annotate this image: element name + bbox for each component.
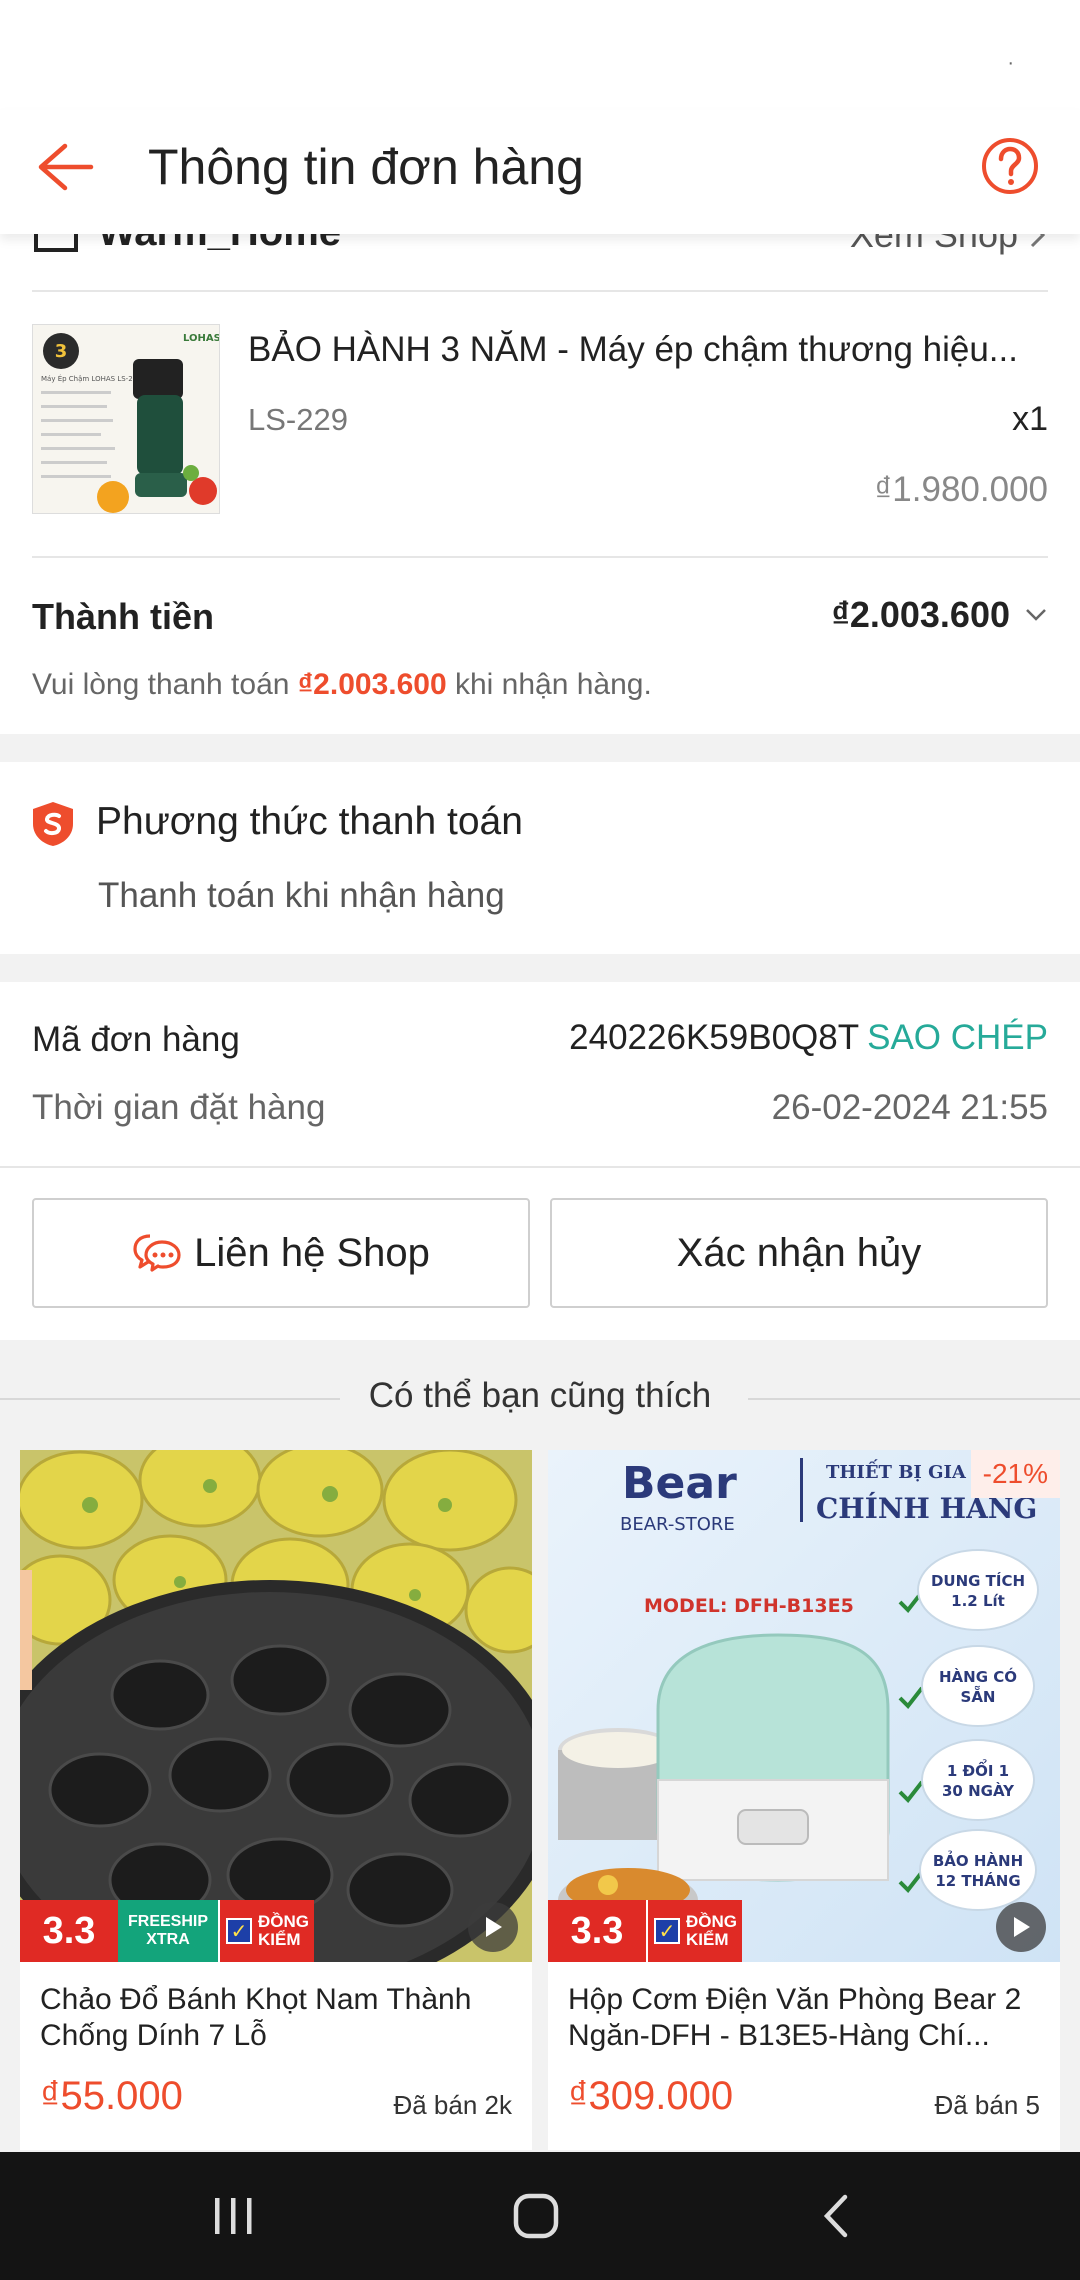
checked-badge: ✓ ĐỒNG KIỂM <box>218 1900 314 1962</box>
product-image-brand: LOHAS <box>183 333 220 344</box>
freeship-badge-line1: FREESHIP <box>127 1913 208 1930</box>
bear-brand-text: Bear <box>622 1458 737 1509</box>
payment-note-amount: ₫2.003.600 <box>297 668 447 701</box>
recent-apps-button[interactable] <box>184 2176 284 2256</box>
payment-method-value: Thanh toán khi nhận hàng <box>98 876 505 915</box>
payment-note: Vui lòng thanh toán ₫2.003.600 khi nhận … <box>32 668 652 702</box>
question-circle-icon <box>982 138 1038 194</box>
recent-apps-icon <box>215 2198 252 2234</box>
checked-badge-label: ĐỒNG KIỂM <box>258 1912 309 1949</box>
confirm-cancel-label: Xác nhận hủy <box>676 1230 922 1275</box>
status-indicator-icon: · <box>1007 52 1014 74</box>
payment-note-suffix: khi nhận hàng. <box>446 668 652 701</box>
home-button[interactable] <box>486 2176 586 2256</box>
check-icon: ✓ <box>226 1918 252 1944</box>
app-header: Thông tin đơn hàng <box>0 110 1080 234</box>
bear-model-text: MODEL: DFH-B13E5 <box>644 1595 854 1617</box>
bear-tag1-text: THIẾT BỊ GIA <box>826 1458 967 1483</box>
product-variant: LS-229 <box>248 402 348 437</box>
copy-order-code-button[interactable]: SAO CHÉP <box>867 1018 1048 1057</box>
total-value-toggle[interactable]: ₫2.003.600 <box>831 594 1048 636</box>
svg-text:BẢO HÀNH: BẢO HÀNH <box>933 1849 1023 1870</box>
order-time-label: Thời gian đặt hàng <box>32 1088 326 1127</box>
promo-badges: 3.3 ✓ ĐỒNG KIỂM <box>548 1900 742 1962</box>
order-code-value: 240226K59B0Q8T <box>569 1018 860 1057</box>
divider <box>32 290 1048 292</box>
play-video-button[interactable] <box>996 1902 1046 1952</box>
sale-badge: 3.3 <box>20 1900 118 1962</box>
nav-back-icon <box>823 2194 848 2238</box>
svg-text:12 THÁNG: 12 THÁNG <box>935 1871 1020 1890</box>
check-icon: ✓ <box>654 1918 680 1944</box>
total-label: Thành tiền <box>32 596 214 637</box>
back-button[interactable] <box>30 132 100 202</box>
system-nav-bar <box>0 2152 1080 2280</box>
svg-text:3: 3 <box>55 341 68 362</box>
svg-text:DUNG TÍCH: DUNG TÍCH <box>931 1571 1025 1590</box>
recommended-product-name: Chảo Đổ Bánh Khọt Nam Thành Chống Dính 7… <box>40 1983 472 2052</box>
home-icon <box>513 2193 559 2239</box>
recommendations-header: Có thể bạn cũng thích <box>0 1368 1080 1428</box>
discount-badge: -21% <box>970 1450 1060 1498</box>
order-detail-screen: · Thông tin đơn hàng Warm_Home Xem Shop <box>0 0 1080 2280</box>
play-video-button[interactable] <box>468 1902 518 1952</box>
order-time-value: 26-02-2024 21:55 <box>771 1088 1048 1127</box>
bear-store-text: BEAR-STORE <box>620 1514 735 1535</box>
svg-text:1.2 Lít: 1.2 Lít <box>951 1592 1005 1610</box>
recommended-product-card[interactable]: Bear BEAR-STORE THIẾT BỊ GIA CHÍNH HÃNG … <box>548 1450 1060 2150</box>
arrow-left-icon <box>38 143 94 191</box>
order-code-row: 240226K59B0Q8T SAO CHÉP <box>569 1018 1048 1058</box>
payment-method-title: Phương thức thanh toán <box>96 800 523 843</box>
recommendations-title: Có thể bạn cũng thích <box>368 1376 712 1415</box>
promo-badges: 3.3 FREESHIP XTRA ✓ ĐỒNG KIỂM <box>20 1900 314 1962</box>
chat-icon <box>133 1234 181 1272</box>
page-title: Thông tin đơn hàng <box>148 139 584 195</box>
freeship-badge: FREESHIP XTRA <box>118 1900 218 1962</box>
chevron-down-icon <box>1026 609 1046 621</box>
svg-text:1 ĐỔI 1: 1 ĐỔI 1 <box>947 1758 1009 1780</box>
freeship-badge-line2: XTRA <box>146 1931 190 1948</box>
total-value: ₫2.003.600 <box>831 594 1010 635</box>
recommended-product-image: Bear BEAR-STORE THIẾT BỊ GIA CHÍNH HÃNG … <box>548 1450 1060 1962</box>
payment-note-prefix: Vui lòng thanh toán <box>32 668 298 701</box>
sale-badge: 3.3 <box>548 1900 646 1962</box>
recommended-product-name: Hộp Cơm Điện Văn Phòng Bear 2 Ngăn-DFH -… <box>568 1983 1022 2052</box>
product-thumbnail[interactable]: 3 LOHAS Máy Ép Chậm LOHAS LS-229 <box>32 324 220 514</box>
confirm-cancel-button[interactable]: Xác nhận hủy <box>550 1198 1048 1308</box>
contact-shop-label: Liên hệ Shop <box>194 1230 430 1275</box>
recommended-product-card[interactable]: 3.3 FREESHIP XTRA ✓ ĐỒNG KIỂM Chảo Đổ Bá… <box>20 1450 532 2150</box>
svg-text:HÀNG CÓ: HÀNG CÓ <box>939 1667 1017 1686</box>
nav-back-button[interactable] <box>786 2176 886 2256</box>
product-price: ₫1.980.000 <box>874 470 1048 509</box>
recommended-product-price: ₫55.000 <box>40 2074 183 2118</box>
product-title[interactable]: BẢO HÀNH 3 NĂM - Máy ép chậm thương hiệu… <box>248 330 1038 370</box>
order-info-section <box>0 982 1080 1166</box>
shield-icon <box>33 802 73 846</box>
checked-badge-label: ĐỒNG KIỂM <box>686 1912 737 1949</box>
order-code-label: Mã đơn hàng <box>32 1020 240 1059</box>
recommended-product-image: 3.3 FREESHIP XTRA ✓ ĐỒNG KIỂM <box>20 1450 532 1962</box>
recommended-product-sold: Đã bán 5 <box>934 2090 1040 2120</box>
product-image: 3 LOHAS Máy Ép Chậm LOHAS LS-229 <box>33 325 220 513</box>
play-icon <box>1014 1917 1030 1937</box>
product-image-caption: Máy Ép Chậm LOHAS LS-229 <box>41 374 142 383</box>
recommended-product-price: ₫309.000 <box>568 2074 734 2118</box>
contact-shop-button[interactable]: Liên hệ Shop <box>32 1198 530 1308</box>
recommended-product-sold: Đã bán 2k <box>393 2090 512 2120</box>
status-bar: · <box>0 0 1080 110</box>
total-section <box>0 558 1080 734</box>
svg-text:30 NGÀY: 30 NGÀY <box>942 1781 1015 1800</box>
payment-method-section <box>0 762 1080 954</box>
play-icon <box>486 1917 502 1937</box>
product-quantity: x1 <box>1012 400 1048 438</box>
checked-badge: ✓ ĐỒNG KIỂM <box>646 1900 742 1962</box>
help-button[interactable] <box>970 126 1050 206</box>
svg-text:SẴN: SẴN <box>961 1685 996 1706</box>
